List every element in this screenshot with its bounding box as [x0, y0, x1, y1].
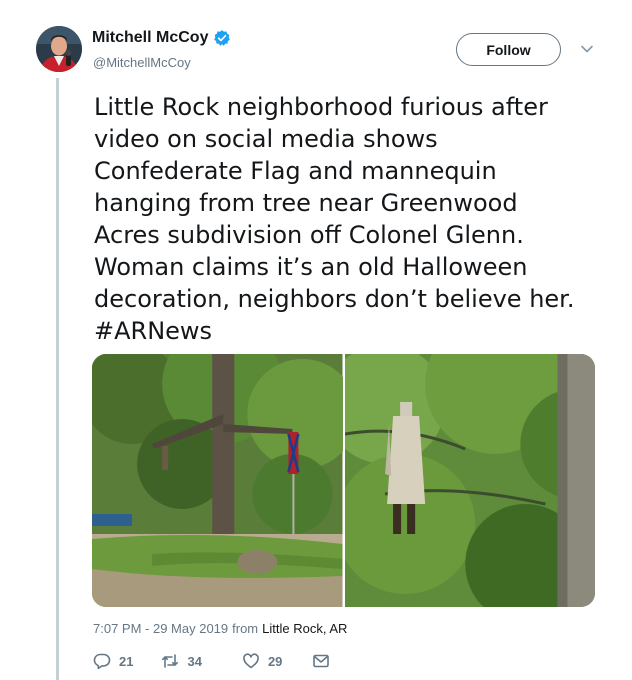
avatar-image: [36, 26, 82, 72]
envelope-icon: [313, 654, 330, 668]
tweet-meta: 7:07 PM - 29 May 2019 from Little Rock, …: [93, 621, 347, 636]
tweet-text-line: video on social media shows: [94, 125, 438, 153]
media-photo-2[interactable]: [344, 354, 595, 607]
author-handle[interactable]: @MitchellMcCoy: [93, 55, 191, 70]
reply-count: 21: [119, 653, 134, 669]
chevron-down-icon[interactable]: [578, 40, 596, 58]
reply-icon: [93, 653, 111, 670]
photo-yard-tree: [92, 354, 343, 607]
tweet-text-line: hanging from tree near Greenwood: [94, 189, 518, 217]
tweet-text-line: Woman claims it’s an old Halloween: [94, 253, 528, 281]
tweet-actions: 21 34 29: [93, 652, 330, 670]
tweet-text-line: Little Rock neighborhood furious after: [94, 93, 548, 121]
location-prefix: from: [232, 621, 259, 636]
direct-message-button[interactable]: [312, 652, 330, 670]
tweet-text-line: Acres subdivision off Colonel Glenn.: [94, 221, 524, 249]
author-name-row: Mitchell McCoy: [92, 29, 231, 47]
media-grid: [92, 354, 595, 607]
like-count: 29: [267, 653, 283, 669]
heart-icon: [243, 653, 259, 669]
media-photo-1[interactable]: [92, 354, 343, 607]
verified-badge-icon: [214, 30, 231, 46]
hashtag-link[interactable]: #ARNews: [94, 315, 604, 347]
display-name[interactable]: Mitchell McCoy: [92, 29, 208, 47]
retweet-count: 34: [187, 653, 202, 669]
location-link[interactable]: Little Rock, AR: [262, 621, 347, 636]
photo-figure-closeup: [344, 354, 595, 607]
reply-button[interactable]: 21: [93, 652, 133, 670]
tweet-text-line: Confederate Flag and mannequin: [94, 157, 497, 185]
avatar[interactable]: [36, 26, 82, 72]
tweet-text: Little Rock neighborhood furious after v…: [94, 91, 604, 347]
like-button[interactable]: 29: [242, 652, 282, 670]
follow-button[interactable]: Follow: [456, 33, 561, 66]
retweet-icon: [162, 654, 179, 668]
timestamp[interactable]: 7:07 PM - 29 May 2019: [93, 621, 228, 636]
thread-line: [56, 78, 59, 680]
retweet-button[interactable]: 34: [161, 652, 202, 670]
tweet-text-line: decoration, neighbors don’t believe her.: [94, 285, 575, 313]
